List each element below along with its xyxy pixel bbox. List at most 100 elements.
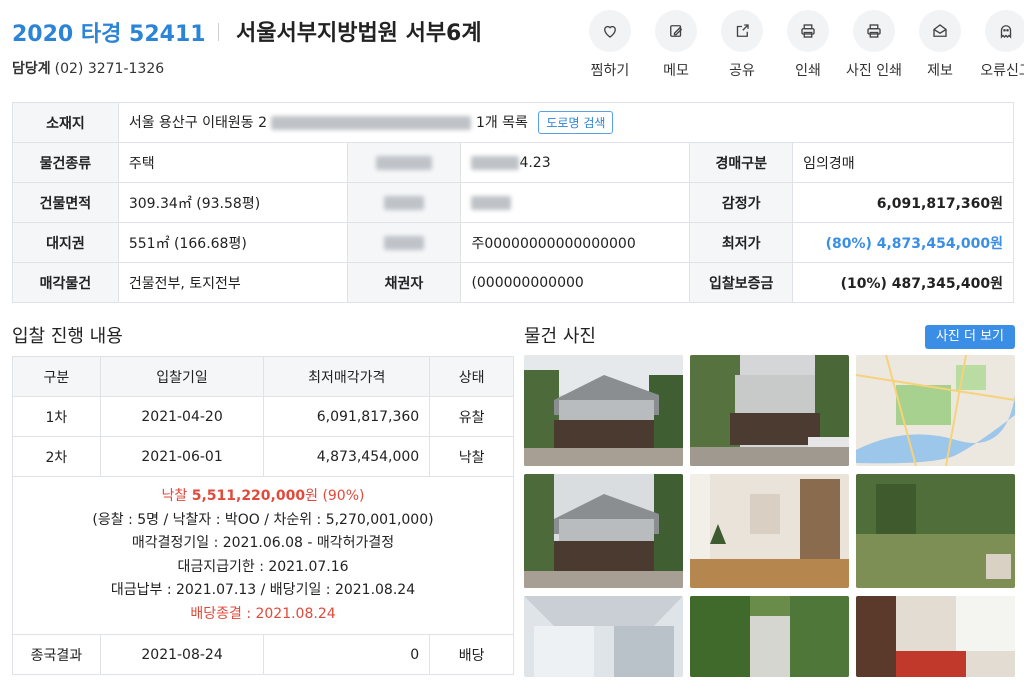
col-date: 입찰기일 [99, 356, 265, 397]
road-search-button[interactable]: 도로명 검색 [538, 111, 614, 134]
print-label: 인쇄 [795, 63, 821, 79]
type-value: 주택 [117, 142, 348, 183]
won-price: 5,511,220,000 [191, 488, 306, 504]
appraisal-value: 6,091,817,360원 [792, 182, 1014, 223]
auction-kind-label: 경매구분 [689, 142, 794, 183]
bid-section-title: 입찰 진행 내용 [12, 326, 123, 347]
contact-phone: (02) 3271-1326 [54, 61, 165, 77]
table-row: 1차 2021-04-20 6,091,817,360 유찰 [12, 396, 514, 437]
deposit-value: (10%) 487,345,400원 [792, 262, 1014, 303]
creditor-value: (000000000000 [460, 262, 691, 303]
error-report-icon [1000, 25, 1012, 39]
property-photo-1[interactable] [524, 355, 683, 466]
final-price: 0 [263, 634, 431, 675]
won-unit: 원 [305, 488, 318, 504]
final-date: 2021-08-24 [99, 634, 265, 675]
dining-photo[interactable] [856, 596, 1015, 677]
payment-deadline: 대금지급기한 : 2021.07.16 [177, 558, 349, 575]
deposit-label: 입찰보증금 [689, 262, 794, 303]
map-photo[interactable] [856, 355, 1015, 466]
report-icon [933, 24, 947, 37]
auction-kind-value: 임의경매 [792, 142, 1014, 183]
building-area-label: 건물면적 [12, 182, 119, 223]
case-header: 2020 타경 52411 서울서부지방법원 서부6계 담당계 (02) 3271… [12, 10, 1024, 84]
memo-label: 메모 [663, 63, 689, 79]
min-price-value: (80%) 4,873,454,000원 [792, 222, 1014, 263]
print-icon [801, 24, 815, 38]
address-cell: 서울 용산구 이태원동 2 1개 목록 도로명 검색 [117, 102, 1015, 143]
photo-section-title: 물건 사진 [524, 326, 596, 347]
photo-print-icon [867, 24, 881, 38]
round-cell: 2차 [12, 436, 101, 477]
print-button[interactable]: 인쇄 [776, 10, 840, 80]
sale-item-value: 건물전부, 토지전부 [117, 262, 348, 303]
address-value: 서울 용산구 이태원동 2 [128, 115, 268, 131]
redacted-label-1 [346, 142, 462, 183]
debtor-value: 주00000000000000000 [460, 222, 691, 263]
won-pct: (90%) [322, 488, 365, 504]
round-cell: 1차 [12, 396, 101, 437]
won-label: 낙찰 [161, 488, 188, 504]
report-label: 제보 [927, 63, 953, 79]
price-cell: 4,873,454,000 [263, 436, 431, 477]
favorite-label: 찜하기 [590, 63, 630, 79]
heart-icon [604, 25, 616, 38]
dividend-end: 배당종결 : 2021.08.24 [190, 605, 336, 622]
title-divider [218, 23, 219, 41]
bidders-info: (응찰 : 5명 / 낙찰자 : 박OO / 차순위 : 5,270,001,0… [92, 511, 434, 528]
memo-icon [670, 25, 683, 37]
more-photos-button[interactable]: 사진 더 보기 [925, 325, 1015, 349]
col-price: 최저매각가격 [263, 356, 431, 397]
property-info-table: 소재지 서울 용산구 이태원동 2 1개 목록 도로명 검색 물건종류 주택 4… [12, 102, 1015, 303]
land-value: 551㎡ (166.68평) [117, 222, 348, 263]
memo-button[interactable]: 메모 [644, 10, 708, 80]
creditor-label: 채권자 [346, 262, 462, 303]
appraisal-label: 감정가 [689, 182, 794, 223]
share-label: 공유 [729, 63, 755, 79]
sale-item-label: 매각물건 [12, 262, 119, 303]
min-price-label: 최저가 [689, 222, 794, 263]
address-label: 소재지 [12, 102, 119, 143]
land-label: 대지권 [12, 222, 119, 263]
interior-photo-1[interactable] [690, 474, 849, 588]
payment-dividend: 대금납부 : 2021.07.13 / 배당기일 : 2021.08.24 [110, 582, 416, 598]
share-icon [736, 24, 749, 37]
date-tail: 4.23 [519, 154, 551, 171]
court-name: 서울서부지방법원 서부6계 [236, 21, 482, 46]
interior-photo-2[interactable] [524, 596, 683, 677]
col-round: 구분 [12, 356, 101, 397]
ivy-photo[interactable] [690, 596, 849, 677]
property-photo-3[interactable] [524, 474, 683, 588]
final-status: 배당 [429, 634, 514, 675]
photo-print-label: 사진 인쇄 [846, 63, 902, 79]
date-cell: 2021-04-20 [99, 396, 265, 437]
contact-info: 담당계 (02) 3271-1326 [12, 58, 164, 78]
share-button[interactable]: 공유 [710, 10, 774, 80]
table-row: 종국결과 2021-08-24 0 배당 [12, 634, 514, 675]
redacted-label-2 [346, 182, 462, 223]
type-label: 물건종류 [12, 142, 119, 183]
action-toolbar: 찜하기 메모 공유 인쇄 사진 인쇄 제보 오류신고 [578, 10, 1024, 80]
redacted-label-3 [346, 222, 462, 263]
error-report-label: 오류신고 [980, 63, 1024, 79]
redacted-value-2 [460, 182, 691, 223]
case-number: 2020 타경 52411 [12, 22, 206, 47]
photo-print-button[interactable]: 사진 인쇄 [842, 10, 906, 80]
garden-photo[interactable] [856, 474, 1015, 588]
price-cell: 6,091,817,360 [263, 396, 431, 437]
contact-label: 담당계 [12, 61, 51, 77]
status-cell: 유찰 [429, 396, 514, 437]
col-status: 상태 [429, 356, 514, 397]
property-photo-2[interactable] [690, 355, 849, 466]
bid-history-table: 구분 입찰기일 최저매각가격 상태 1차 2021-04-20 6,091,81… [12, 356, 514, 675]
final-label: 종국결과 [12, 634, 101, 675]
table-row: 2차 2021-06-01 4,873,454,000 낙찰 [12, 436, 514, 477]
address-redacted [271, 116, 472, 130]
status-cell: 낙찰 [429, 436, 514, 477]
error-report-button[interactable]: 오류신고 [974, 10, 1024, 80]
favorite-button[interactable]: 찜하기 [578, 10, 642, 80]
address-suffix: 1개 목록 [475, 115, 528, 131]
decision-date: 매각결정기일 : 2021.06.08 - 매각허가결정 [131, 535, 395, 551]
report-button[interactable]: 제보 [908, 10, 972, 80]
date-cell: 2021-06-01 [99, 436, 265, 477]
